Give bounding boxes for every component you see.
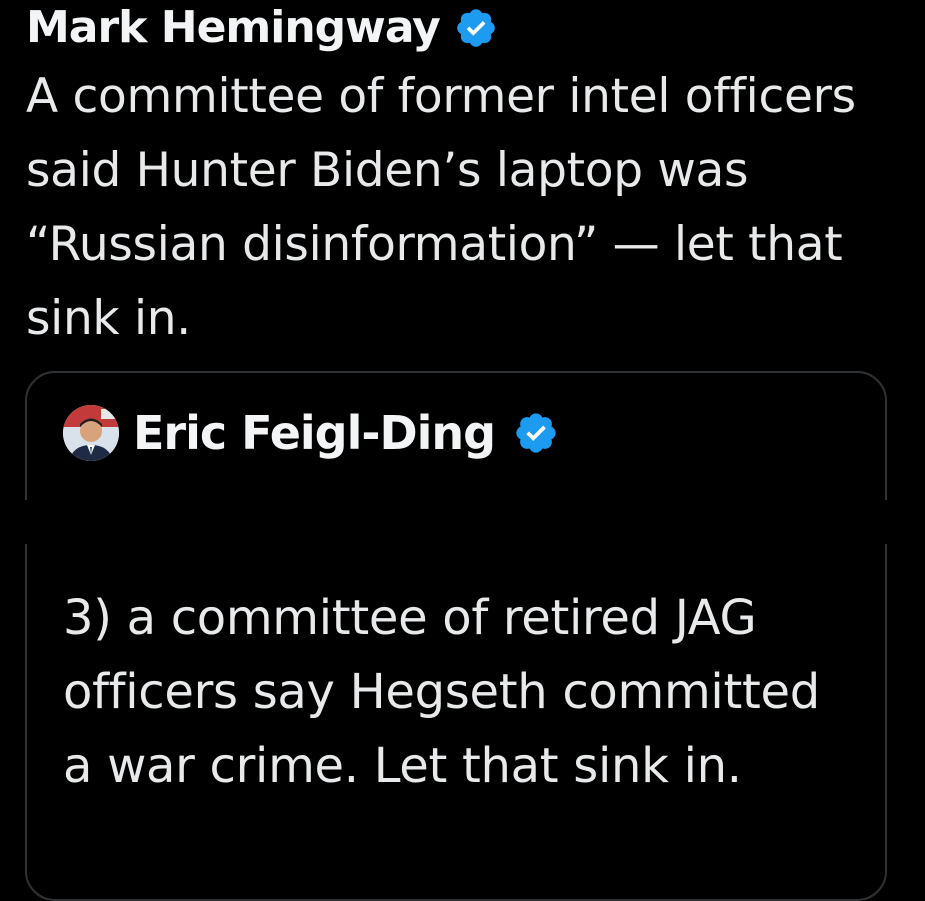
quote-text: 3) a committee of retired JAG officers s… (63, 590, 820, 794)
avatar-photo-icon (63, 405, 119, 461)
author-name[interactable]: Mark Hemingway (26, 0, 441, 56)
verified-badge-icon (457, 9, 495, 47)
quote-header: Eric Feigl-Ding (63, 401, 559, 465)
tweet-text: A committee of former intel officers sai… (26, 69, 856, 346)
quote-author-name[interactable]: Eric Feigl-Ding (133, 401, 496, 465)
verified-badge-icon (516, 413, 556, 453)
main-tweet: Mark Hemingway A committee of former int… (26, 0, 906, 356)
tweet-header: Mark Hemingway (26, 0, 906, 56)
redaction-bar (0, 500, 925, 544)
quoted-tweet-card[interactable]: Eric Feigl-Ding 3) a committee of retire… (25, 371, 887, 901)
avatar[interactable] (63, 405, 119, 461)
